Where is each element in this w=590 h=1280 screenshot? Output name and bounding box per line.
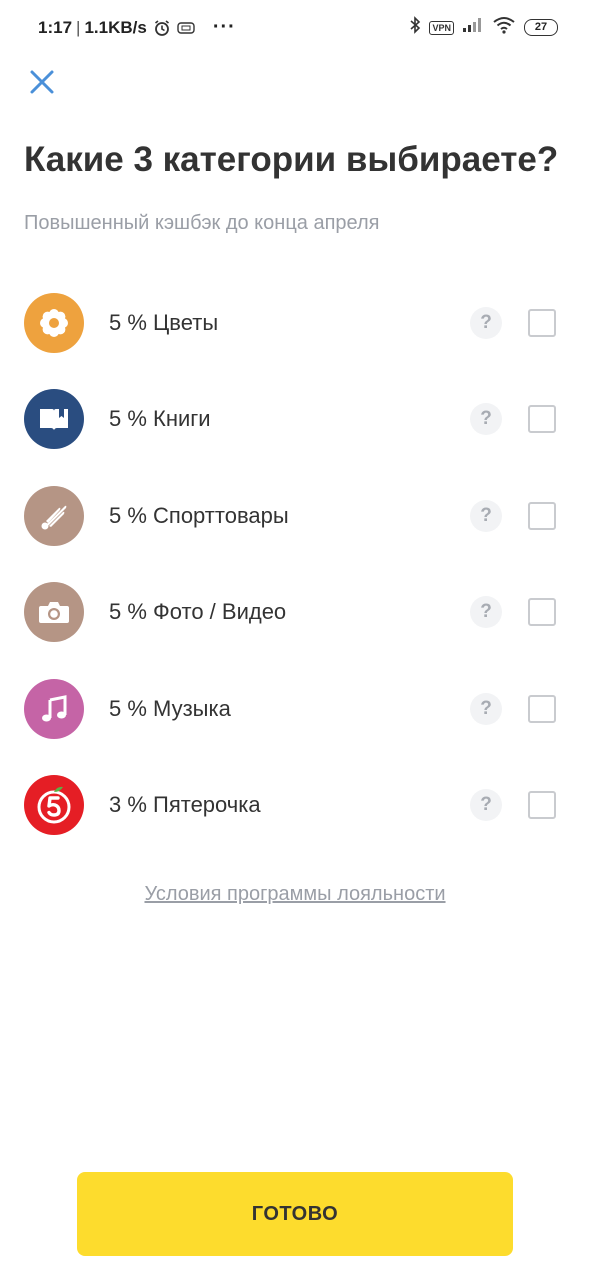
page-subtitle: Повышенный кэшбэк до конца апреля	[24, 212, 380, 234]
category-checkbox[interactable]	[528, 309, 556, 337]
category-item-photo-video[interactable]: 5 % Фото / Видео ?	[0, 579, 590, 675]
category-label: 5 % Фото / Видео	[109, 599, 287, 625]
category-checkbox[interactable]	[528, 405, 556, 434]
book-icon	[24, 389, 84, 450]
help-button[interactable]: ?	[470, 403, 502, 436]
camera-icon	[24, 582, 84, 643]
music-note-icon	[24, 678, 84, 739]
page-title: Какие 3 категории выбираете?	[24, 140, 559, 179]
category-label: 5 % Музыка	[109, 695, 231, 721]
wifi-icon	[492, 16, 516, 39]
help-button[interactable]: ?	[470, 788, 502, 821]
bluetooth-icon	[409, 16, 421, 39]
status-time: 1:17	[38, 17, 73, 37]
alarm-icon	[153, 19, 171, 37]
category-item-music[interactable]: 5 % Музыка ?	[0, 676, 590, 772]
help-button[interactable]: ?	[470, 596, 502, 629]
signal-icon	[462, 17, 484, 38]
help-button[interactable]: ?	[470, 307, 502, 339]
vpn-badge: VPN	[429, 20, 454, 35]
more-notifications-icon: ···	[212, 16, 236, 38]
category-label: 3 % Пятерочка	[109, 791, 261, 817]
category-checkbox[interactable]	[528, 694, 556, 723]
status-left: 1:17 | 1.1KB/s ···	[38, 16, 236, 39]
help-button[interactable]: ?	[470, 692, 502, 725]
loyalty-terms-link[interactable]: Условия программы лояльности	[0, 883, 590, 906]
category-label: 5 % Цветы	[109, 310, 219, 335]
help-button[interactable]: ?	[470, 499, 502, 532]
pyaterochka-logo-icon	[24, 774, 84, 835]
category-checkbox[interactable]	[528, 790, 556, 819]
category-label: 5 % Спорттовары	[109, 502, 289, 528]
status-right: VPN 27	[409, 16, 558, 39]
category-checkbox[interactable]	[528, 598, 556, 627]
sim-card-icon	[177, 21, 195, 34]
status-separator: |	[76, 17, 81, 37]
flower-icon	[24, 293, 84, 353]
category-item-flowers[interactable]: 5 % Цветы ?	[0, 290, 590, 386]
status-bar: 1:17 | 1.1KB/s ··· VPN 27	[0, 0, 590, 56]
category-item-pyaterochka[interactable]: 3 % Пятерочка ?	[0, 772, 590, 868]
category-item-sport[interactable]: 5 % Спорттовары ?	[0, 483, 590, 579]
done-button[interactable]: ГОТОВО	[77, 1172, 513, 1256]
shuttlecock-icon	[24, 485, 84, 546]
close-icon	[30, 70, 54, 94]
status-speed: 1.1KB/s	[84, 17, 147, 37]
category-item-books[interactable]: 5 % Книги ?	[0, 386, 590, 482]
category-checkbox[interactable]	[528, 501, 556, 530]
category-list: 5 % Цветы ? 5 % Книги ? 5 % Спорттовары …	[0, 290, 590, 868]
close-button[interactable]	[28, 68, 56, 96]
category-label: 5 % Книги	[109, 406, 211, 432]
battery-indicator: 27	[524, 19, 558, 36]
